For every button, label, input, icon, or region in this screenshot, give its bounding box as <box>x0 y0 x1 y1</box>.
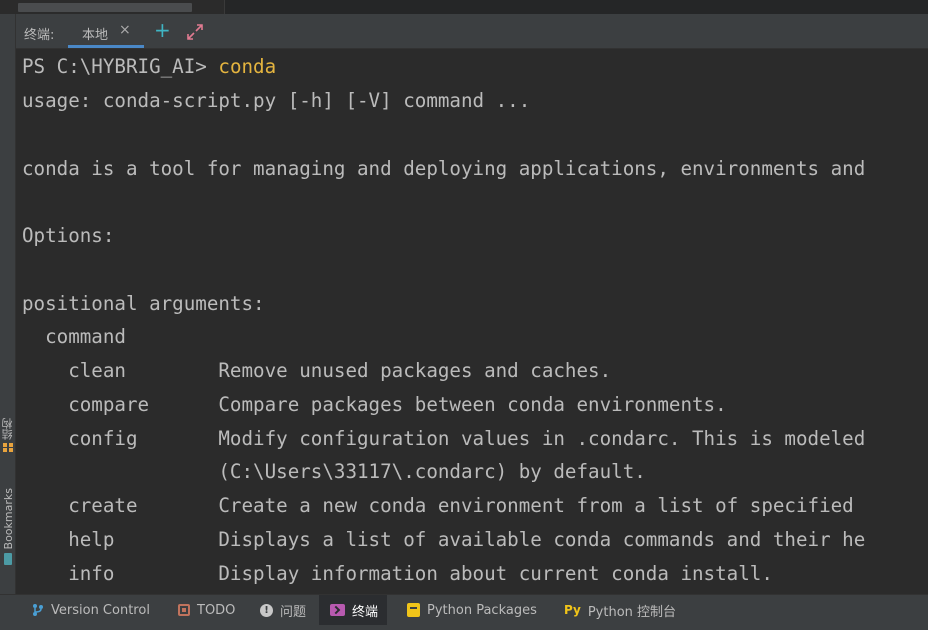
terminal-line: conda is a tool for managing and deployi… <box>22 157 866 180</box>
prompt-text: PS C:\HYBRIG_AI> <box>22 55 219 78</box>
structure-tool-tab[interactable]: 结构 <box>0 418 16 452</box>
terminal-line: clean Remove unused packages and caches. <box>22 359 612 382</box>
todo-label: TODO <box>197 602 236 618</box>
editor-scrollbar-thumb[interactable] <box>18 3 192 12</box>
terminal-line: usage: conda-script.py [-h] [-V] command… <box>22 89 531 112</box>
active-tab-indicator <box>68 45 144 48</box>
terminal-line: info Display information about current c… <box>22 562 773 585</box>
terminal-line: command <box>22 325 126 348</box>
todo-icon <box>178 604 190 616</box>
terminal-prompt-line: PS C:\HYBRIG_AI> conda <box>22 55 276 79</box>
terminal-tab-local[interactable]: 本地 × <box>68 14 144 49</box>
structure-icon <box>3 443 13 452</box>
python-console-icon: Py <box>564 603 581 617</box>
branch-icon <box>33 604 43 616</box>
python-console-button[interactable]: Py Python 控制台 <box>564 595 676 625</box>
terminal-header: 终端: 本地 × + <box>16 14 928 49</box>
editor-top-strip <box>0 0 928 14</box>
new-terminal-button[interactable]: + <box>154 19 171 41</box>
terminal-icon <box>330 604 345 616</box>
terminal-line: config Modify configuration values in .c… <box>22 427 866 450</box>
terminal-line: (C:\Users\33117\.condarc) by default. <box>22 460 646 483</box>
structure-tool-label: 结构 <box>1 418 14 440</box>
bookmarks-tool-tab[interactable]: Bookmarks <box>0 488 16 566</box>
bookmarks-tool-label: Bookmarks <box>1 488 15 550</box>
problems-label: 问题 <box>280 604 307 620</box>
package-icon <box>407 603 420 617</box>
expand-icon[interactable] <box>186 23 204 41</box>
terminal-line: Options: <box>22 224 115 247</box>
problems-button[interactable]: ! 问题 <box>260 595 306 625</box>
terminal-output[interactable]: PS C:\HYBRIG_AI> conda usage: conda-scri… <box>16 50 928 594</box>
terminal-line: create Create a new conda environment fr… <box>22 494 854 517</box>
editor-right-pane <box>225 0 928 14</box>
version-control-label: Version Control <box>51 602 150 618</box>
typed-command: conda <box>218 55 277 78</box>
terminal-tab-label: 本地 <box>82 28 109 43</box>
python-console-label: Python 控制台 <box>587 604 677 620</box>
terminal-label: 终端 <box>352 604 379 620</box>
problems-icon: ! <box>260 603 273 617</box>
terminal-line: help Displays a list of available conda … <box>22 528 866 551</box>
bottom-tool-bar: Version Control TODO ! 问题 终端 Python Pack… <box>0 594 928 630</box>
terminal-line: compare Compare packages between conda e… <box>22 393 727 416</box>
terminal-line: positional arguments: <box>22 292 265 315</box>
todo-button[interactable]: TODO <box>178 595 235 625</box>
bookmark-icon <box>4 553 12 566</box>
terminal-title: 终端: <box>24 28 55 43</box>
version-control-button[interactable]: Version Control <box>32 595 150 625</box>
python-packages-label: Python Packages <box>427 602 537 618</box>
python-packages-button[interactable]: Python Packages <box>407 595 537 625</box>
close-icon[interactable]: × <box>119 22 131 38</box>
terminal-button[interactable]: 终端 <box>319 595 387 625</box>
left-tool-strip: 结构 Bookmarks <box>0 14 16 594</box>
